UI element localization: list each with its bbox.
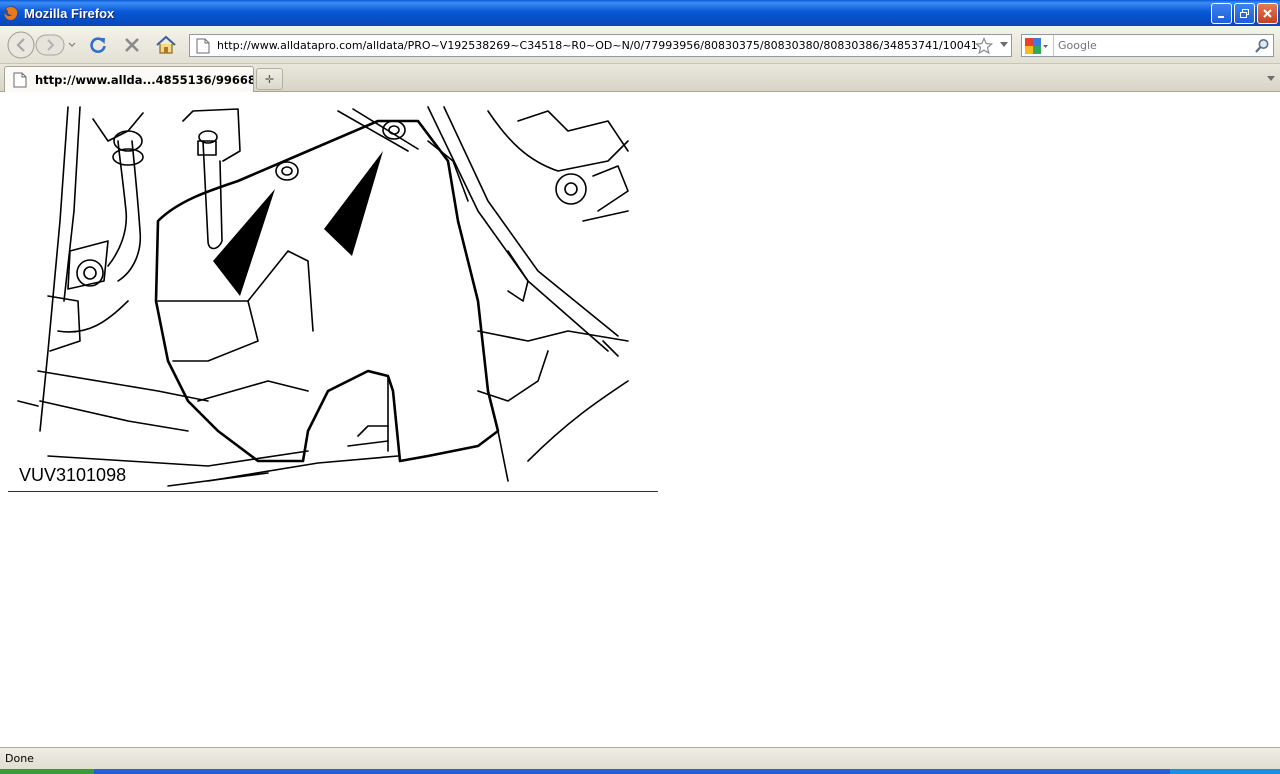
engine-bay-illustration [17, 106, 629, 487]
chevron-down-icon [1267, 76, 1275, 81]
firefox-icon [4, 6, 18, 20]
search-icon[interactable] [1254, 38, 1270, 54]
stop-icon [125, 38, 139, 52]
history-dropdown-button[interactable] [64, 31, 80, 59]
pointer-arrow-right [324, 151, 383, 256]
minimize-button[interactable] [1211, 3, 1232, 24]
bookmark-star-icon[interactable] [975, 37, 993, 55]
home-icon [156, 35, 176, 54]
reload-icon [90, 37, 106, 53]
forward-button[interactable] [38, 31, 66, 59]
tab-strip: http://www.allda...4855136/99668792 ✛ [0, 64, 1280, 92]
url-bar[interactable] [189, 34, 1012, 57]
figure-divider [8, 491, 658, 492]
page-content: VUV3101098 [0, 93, 1280, 747]
reload-button[interactable] [84, 31, 112, 59]
restore-button[interactable] [1234, 3, 1255, 24]
close-icon [1263, 9, 1272, 18]
search-bar[interactable] [1021, 34, 1274, 57]
tab-alldata-page[interactable]: http://www.allda...4855136/99668792 [4, 66, 254, 92]
stop-button[interactable] [118, 31, 146, 59]
restore-icon [1240, 9, 1249, 18]
search-input[interactable] [1058, 39, 1248, 52]
page-icon [196, 38, 210, 53]
window-title: Mozilla Firefox [24, 5, 115, 21]
back-button[interactable] [6, 31, 34, 59]
window-titlebar: Mozilla Firefox [0, 0, 1280, 26]
start-button[interactable] [0, 769, 94, 774]
close-button[interactable] [1257, 3, 1278, 24]
status-text: Done [5, 752, 34, 765]
page-icon [13, 72, 27, 87]
new-tab-button[interactable]: ✛ [256, 68, 283, 90]
system-tray [1170, 769, 1280, 774]
navigation-toolbar [0, 26, 1280, 64]
google-icon [1025, 37, 1048, 54]
plus-icon: ✛ [264, 72, 275, 86]
minimize-icon [1218, 16, 1224, 18]
figure-label: VUV3101098 [19, 465, 127, 485]
list-all-tabs-button[interactable] [1264, 68, 1278, 90]
url-dropdown-icon[interactable] [1000, 42, 1008, 48]
home-button[interactable] [152, 31, 180, 59]
status-bar: Done [0, 747, 1280, 769]
tab-label: http://www.allda...4855136/99668792 [35, 72, 253, 87]
url-input[interactable] [217, 39, 977, 52]
search-engine-selector[interactable] [1022, 35, 1054, 56]
os-taskbar [0, 769, 1280, 774]
repair-diagram: VUV3101098 [8, 101, 658, 493]
